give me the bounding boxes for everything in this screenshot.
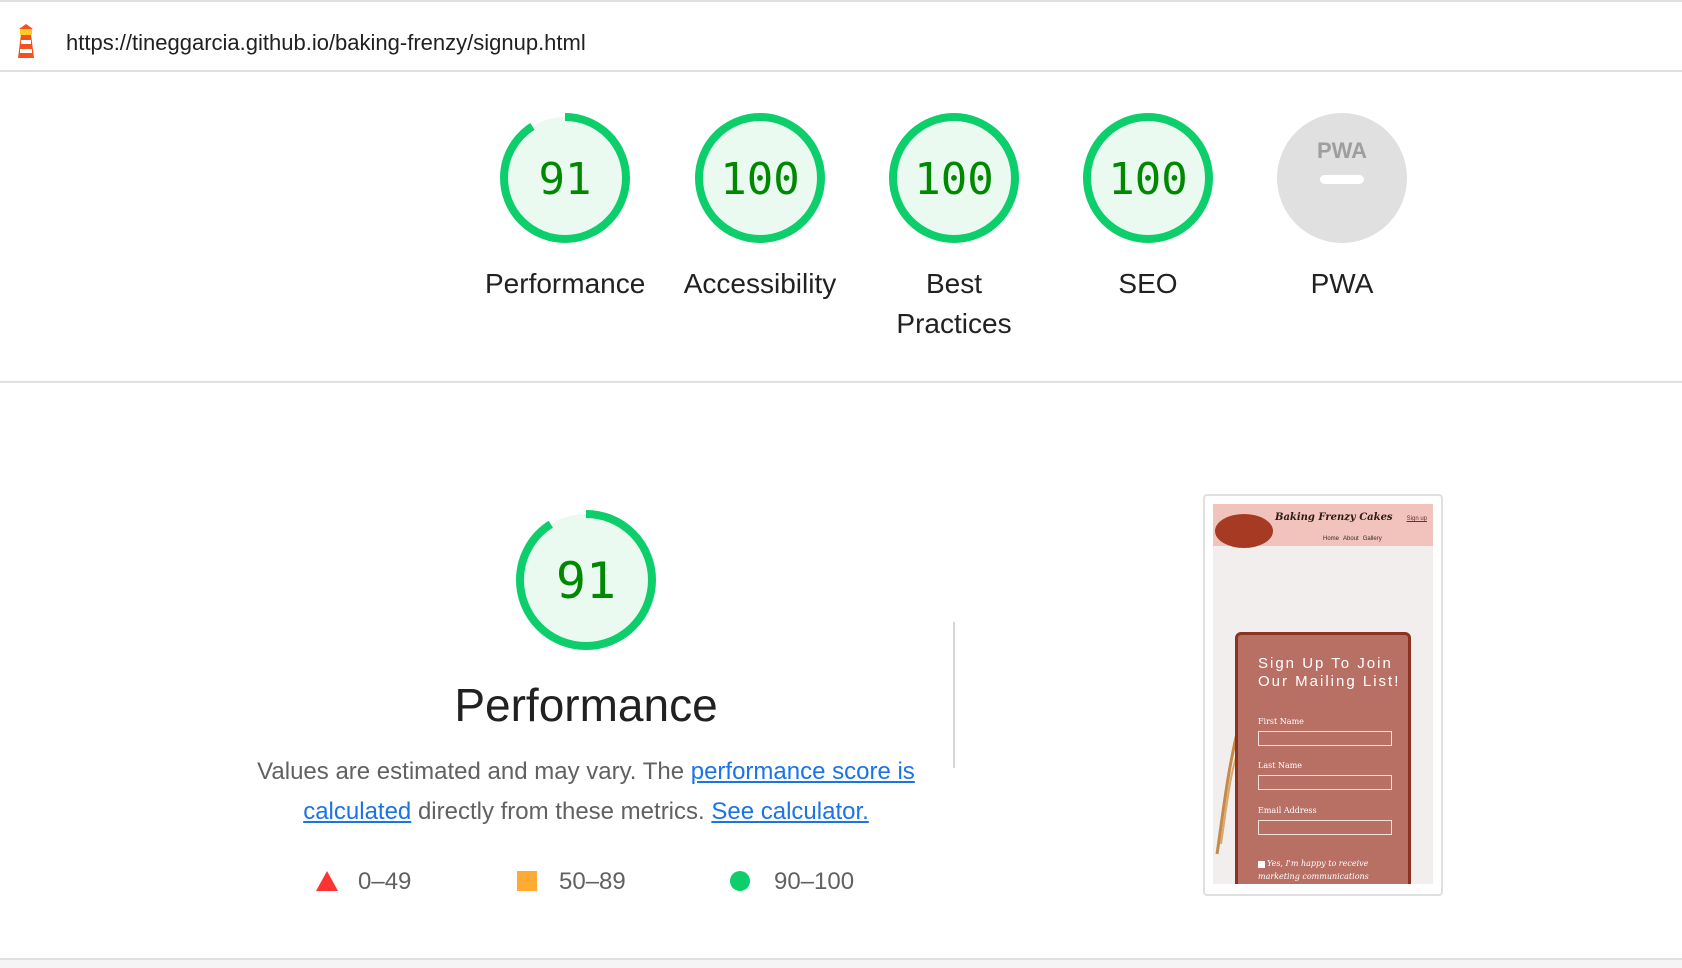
screenshot-nav-item: Gallery xyxy=(1362,536,1382,542)
vertical-divider xyxy=(953,622,955,768)
gauge-accessibility[interactable]: 100 Accessibility xyxy=(674,112,846,304)
screenshot-first-name-field xyxy=(1258,731,1392,746)
description-text: Values are estimated and may vary. The xyxy=(257,758,691,785)
gauge-best-practices[interactable]: 100 Best Practices xyxy=(874,112,1034,344)
screenshot-nav-item: Home xyxy=(1323,536,1340,542)
legend-range: 0–49 xyxy=(358,868,412,895)
screenshot-last-name-field xyxy=(1258,775,1392,790)
score-gauge: 91 xyxy=(500,113,630,243)
gauge-seo[interactable]: 100 SEO xyxy=(1068,112,1228,304)
see-calculator-link[interactable]: See calculator. xyxy=(711,798,868,825)
screenshot-signup-card: Sign Up To Join Our Mailing List! First … xyxy=(1235,632,1411,884)
gauge-label: PWA xyxy=(1310,268,1374,299)
legend-average: 50–89 xyxy=(517,868,626,896)
legend-fail: 0–49 xyxy=(316,868,411,896)
report-header: https://tineggarcia.github.io/baking-fre… xyxy=(0,0,1682,72)
screenshot-page: Baking Frenzy Cakes Sign up Home About Gal… xyxy=(1213,504,1433,884)
gauge-label: Accessibility xyxy=(683,268,837,299)
performance-score: 91 xyxy=(556,552,616,610)
score-gauge: 100 xyxy=(695,113,825,243)
gauge-score: 91 xyxy=(539,154,592,205)
gauge-label: SEO xyxy=(1118,268,1178,299)
performance-description: Values are estimated and may vary. The p… xyxy=(256,752,916,832)
gauge-label: Best Practices xyxy=(896,268,1012,339)
legend-pass: 90–100 xyxy=(730,868,854,896)
screenshot-nav-item: About xyxy=(1343,536,1359,542)
performance-gauge-large: 91 xyxy=(514,508,658,652)
screenshot-card-title: Sign Up To Join Our Mailing List! xyxy=(1258,655,1401,690)
performance-title: Performance xyxy=(454,679,718,731)
screenshot-field-label: Email Address xyxy=(1258,806,1317,815)
gauge-label: Performance xyxy=(485,268,646,299)
legend-range: 50–89 xyxy=(559,868,626,895)
pwa-badge-text: PWA xyxy=(1317,138,1367,163)
circle-icon xyxy=(730,871,750,891)
screenshot-signup-link: Sign up xyxy=(1406,516,1427,522)
triangle-icon xyxy=(316,871,338,891)
screenshot-consent-text: Yes, I'm happy to receive marketing comm… xyxy=(1258,859,1369,881)
screenshot-consent: Yes, I'm happy to receive marketing comm… xyxy=(1258,857,1388,884)
section-divider xyxy=(0,381,1682,383)
page-footer-strip xyxy=(0,960,1682,968)
description-text: directly from these metrics. xyxy=(411,798,712,825)
score-gauge-large: 91 xyxy=(516,510,656,650)
gauge-performance[interactable]: 91 Performance xyxy=(485,112,645,304)
gauge-score: 100 xyxy=(720,154,799,205)
screenshot-header: Baking Frenzy Cakes Sign up Home About Gal… xyxy=(1213,504,1433,548)
gauge-score: 100 xyxy=(914,154,993,205)
score-gauge: 100 xyxy=(1083,113,1213,243)
score-gauge: 100 xyxy=(889,113,1019,243)
screenshot-field-label: Last Name xyxy=(1258,761,1303,770)
pwa-icon: PWA xyxy=(1277,113,1407,243)
screenshot-brand: Baking Frenzy Cakes xyxy=(1275,512,1393,523)
screenshot-email-field xyxy=(1258,820,1392,835)
screenshot-nav: Home About Gallery xyxy=(1323,536,1386,542)
checkbox-icon xyxy=(1258,860,1265,868)
report-url-link[interactable]: https://tineggarcia.github.io/baking-fre… xyxy=(66,30,586,56)
lighthouse-icon xyxy=(18,24,34,58)
screenshot-field-label: First Name xyxy=(1258,717,1304,726)
final-screenshot[interactable]: Baking Frenzy Cakes Sign up Home About Gal… xyxy=(1203,494,1443,896)
gauge-pwa[interactable]: PWA PWA xyxy=(1262,112,1422,304)
square-icon xyxy=(517,871,537,891)
legend-range: 90–100 xyxy=(774,868,855,895)
bakery-logo-icon xyxy=(1215,514,1273,548)
gauge-score: 100 xyxy=(1108,154,1187,205)
